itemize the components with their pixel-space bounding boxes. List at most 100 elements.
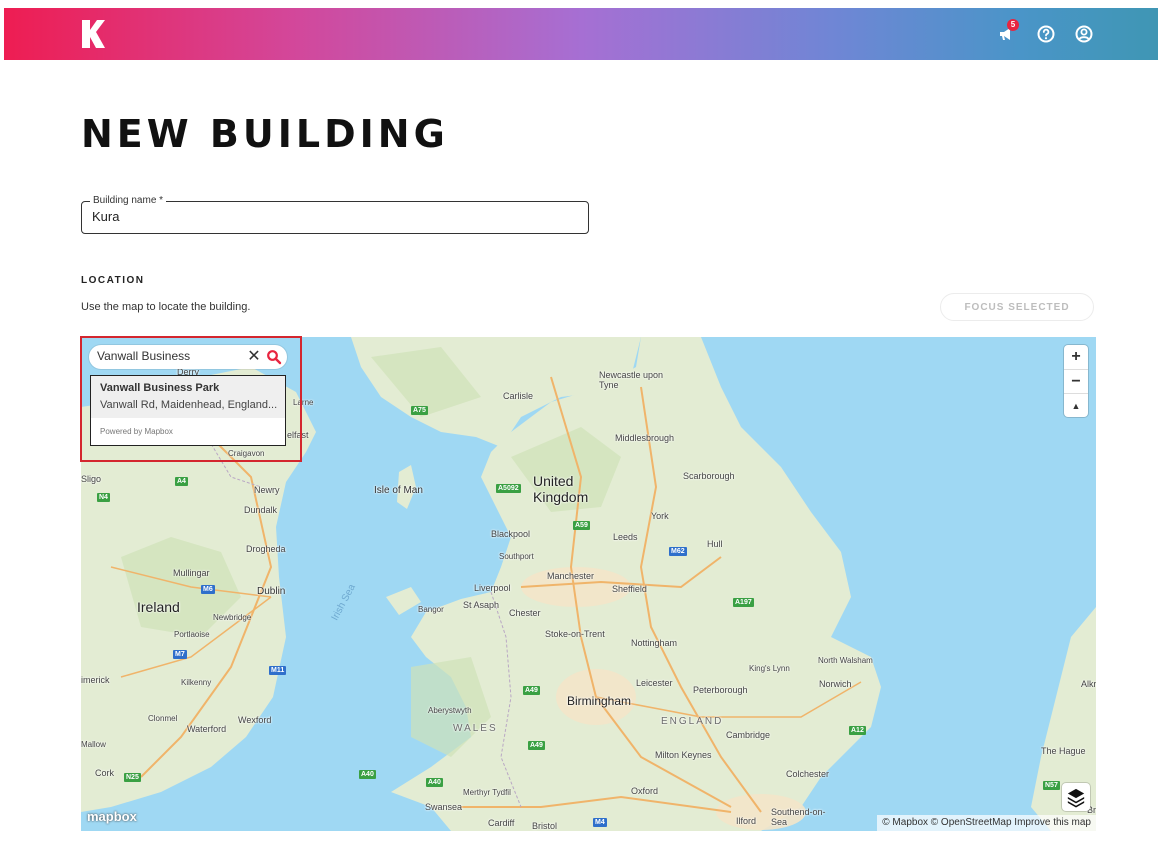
road-shield: A75 [411, 406, 428, 415]
road-shield: A5092 [496, 484, 521, 493]
road-shield: M6 [201, 585, 215, 594]
account-button[interactable] [1072, 22, 1096, 46]
map-label: imerick [81, 675, 110, 685]
zoom-out-button[interactable]: − [1064, 369, 1088, 393]
search-result-address[interactable]: Vanwall Rd, Maidenhead, England... [100, 399, 278, 411]
map-label: Waterford [187, 724, 227, 734]
road-shield: A59 [573, 521, 590, 530]
map-label: Leicester [636, 678, 673, 688]
focus-selected-button[interactable]: FOCUS SELECTED [940, 293, 1094, 321]
powered-by-mapbox: Powered by Mapbox [100, 427, 173, 436]
help-button[interactable] [1034, 22, 1058, 46]
map-label: Newcastle upon Tyne [599, 370, 664, 390]
location-hint: Use the map to locate the building. [81, 301, 251, 313]
map-label: Clonmel [148, 714, 178, 723]
road-shield: M11 [269, 666, 287, 675]
layers-icon [1067, 788, 1085, 808]
map-label: York [651, 511, 669, 521]
map-label: Manchester [547, 571, 595, 581]
map-label: Birmingham [567, 694, 632, 708]
map-label: Scarborough [683, 471, 735, 481]
map-label: Carlisle [503, 391, 534, 401]
compass-button[interactable]: ▲ [1064, 393, 1088, 417]
zoom-controls: + − ▲ [1064, 345, 1088, 417]
road-shield: A40 [426, 778, 443, 787]
map-label: Ireland [137, 599, 180, 615]
map-search-box[interactable]: ✕ [89, 345, 287, 369]
map-label: Drogheda [246, 544, 286, 554]
map-label: Newbridge [213, 613, 252, 622]
map-label: Oxford [631, 786, 659, 796]
zoom-in-button[interactable]: + [1064, 345, 1088, 369]
map-attribution[interactable]: © Mapbox © OpenStreetMap Improve this ma… [877, 815, 1096, 831]
announcements-button[interactable]: 5 [996, 19, 1020, 46]
map-label: Dublin [257, 586, 286, 597]
location-section-title: LOCATION [81, 275, 145, 286]
notification-badge: 5 [1007, 19, 1019, 31]
map-label: Merthyr Tydfil [463, 788, 511, 797]
map-label: Cork [95, 768, 115, 778]
close-icon: ✕ [247, 348, 261, 365]
map-label: Bristol [532, 821, 558, 831]
map-label: King's Lynn [749, 664, 790, 673]
road-shield: A49 [523, 686, 540, 695]
clear-search-button[interactable]: ✕ [245, 347, 263, 367]
map-label: Ilford [736, 816, 757, 826]
map-label: Alkr [1081, 679, 1096, 689]
map-label: Dundalk [244, 505, 278, 515]
layers-button[interactable] [1062, 783, 1090, 811]
road-shield: M4 [593, 818, 607, 827]
road-shield: A4 [175, 477, 188, 486]
map-label: Swansea [425, 802, 463, 812]
road-shield: M62 [669, 547, 687, 556]
road-shield: A197 [733, 598, 754, 607]
road-shield: N4 [97, 493, 110, 502]
road-shield: N25 [124, 773, 141, 782]
help-icon [1037, 25, 1055, 43]
road-shield: M7 [173, 650, 187, 659]
map-label: Stoke-on-Trent [545, 629, 605, 639]
account-icon [1075, 25, 1093, 43]
map-label: Blackpool [491, 529, 531, 539]
map-label: Bangor [418, 605, 444, 614]
map-label: Mallow [81, 740, 106, 749]
map-search-input[interactable] [97, 349, 237, 363]
map-label: The Hague [1041, 746, 1086, 756]
map-label: Kilkenny [181, 678, 212, 687]
top-bar: 5 [4, 8, 1158, 60]
map-label: Mullingar [173, 568, 210, 578]
map-label: Southport [499, 552, 534, 561]
search-result-title[interactable]: Vanwall Business Park [100, 382, 219, 394]
search-results: Vanwall Business Park Vanwall Rd, Maiden… [90, 375, 286, 446]
map-label: Portlaoise [174, 630, 210, 639]
road-shield: N57 [1043, 781, 1060, 790]
search-button[interactable] [265, 348, 283, 366]
building-name-field[interactable]: Building name * [81, 195, 589, 234]
map-label: Aberystwyth [428, 706, 472, 715]
mapbox-logo[interactable]: mapbox [87, 809, 137, 824]
map-label: Liverpool [474, 583, 511, 593]
map-label: Hull [707, 539, 723, 549]
map-label: WALES [453, 723, 498, 734]
logo-k-icon[interactable] [80, 18, 106, 50]
map-label: Sheffield [612, 584, 647, 594]
map-label: Norwich [819, 679, 852, 689]
map-label: Cardiff [488, 818, 515, 828]
map-label: Southend-on-Sea [771, 807, 826, 827]
search-icon [267, 350, 282, 365]
map-label: Isle of Man [374, 485, 423, 496]
road-shield: A49 [528, 741, 545, 750]
map-label: Newry [254, 485, 280, 495]
map-label: Nottingham [631, 638, 678, 648]
map-label: Wexford [238, 715, 272, 725]
map-label: North Walsham [818, 656, 873, 665]
map-label: Sligo [81, 474, 102, 484]
map-label: Middlesbrough [615, 433, 675, 443]
map-label: Chester [509, 608, 541, 618]
map-label: Cambridge [726, 730, 771, 740]
building-name-input[interactable] [92, 209, 572, 224]
map-label: Colchester [786, 769, 830, 779]
map-label: Leeds [613, 532, 638, 542]
map-label: United Kingdom [533, 473, 589, 505]
building-name-label: Building name * [90, 195, 167, 206]
